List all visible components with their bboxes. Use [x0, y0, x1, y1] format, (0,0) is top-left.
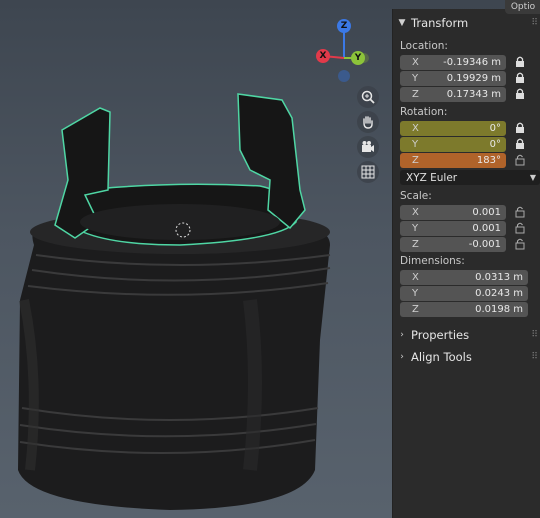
transform-title: Transform — [411, 16, 469, 30]
rotation-label: Rotation: — [400, 106, 448, 118]
field-value: 0° — [489, 122, 501, 134]
lock-icon[interactable] — [513, 87, 527, 101]
ortho-toggle-button[interactable] — [357, 161, 379, 183]
axis-label: X — [412, 122, 419, 134]
dimensions-z-field[interactable]: Z 0.0198 m — [400, 301, 528, 317]
field-value: 0.001 — [472, 222, 501, 234]
axis-label: X — [412, 206, 419, 218]
field-value: 0° — [489, 138, 501, 150]
axis-label: Z — [412, 88, 419, 100]
properties-section-header[interactable]: › Properties ⠿ — [393, 324, 540, 346]
field-value: 183° — [476, 154, 501, 166]
pan-button[interactable] — [357, 111, 379, 133]
rotation-x-field[interactable]: X 0° — [400, 120, 506, 136]
drag-grip-icon[interactable]: ⠿ — [531, 352, 538, 362]
zoom-icon — [361, 90, 375, 104]
rotation-mode-dropdown[interactable]: XYZ Euler ▼ — [400, 170, 540, 185]
field-value: -0.19346 m — [443, 56, 501, 68]
lock-icon[interactable] — [513, 121, 527, 135]
field-value: 0.0198 m — [475, 303, 523, 315]
axis-label: Z — [412, 154, 419, 166]
scale-y-field[interactable]: Y 0.001 — [400, 220, 506, 236]
location-x-row: X -0.19346 m — [400, 54, 528, 70]
collapsed-chevron-icon: › — [400, 330, 404, 340]
properties-title: Properties — [411, 328, 470, 342]
dimensions-x-row: X 0.0313 m — [400, 269, 528, 285]
axis-label: X — [412, 271, 419, 283]
scale-x-row: X 0.001 — [400, 204, 528, 220]
gizmo-y-axis[interactable]: Y — [351, 51, 365, 65]
field-value: 0.0243 m — [475, 287, 523, 299]
expanded-chevron-icon: ▼ — [398, 18, 406, 28]
field-value: 0.001 — [472, 206, 501, 218]
dimensions-y-field[interactable]: Y 0.0243 m — [400, 285, 528, 301]
sidebar-panel: Optio ▼ Transform ⠿ Location: X -0.19346 … — [392, 0, 540, 518]
gizmo-x-axis[interactable]: X — [316, 49, 330, 63]
axis-label: Z — [412, 303, 419, 315]
axis-label: Y — [412, 287, 419, 299]
camera-view-button[interactable] — [357, 136, 379, 158]
3d-viewport[interactable]: Z X Y — [0, 0, 392, 518]
grid-icon — [361, 165, 375, 179]
dimensions-x-field[interactable]: X 0.0313 m — [400, 269, 528, 285]
unlock-icon[interactable] — [513, 221, 527, 235]
rotation-z-row: Z 183° — [400, 152, 528, 168]
location-z-field[interactable]: Z 0.17343 m — [400, 86, 506, 102]
unlock-icon[interactable] — [513, 205, 527, 219]
drag-grip-icon[interactable]: ⠿ — [531, 18, 538, 28]
dimensions-label: Dimensions: — [400, 255, 465, 267]
drag-grip-icon[interactable]: ⠿ — [531, 330, 538, 340]
lock-icon[interactable] — [513, 55, 527, 69]
axis-label: X — [412, 56, 419, 68]
rotation-x-row: X 0° — [400, 120, 528, 136]
axis-label: Y — [412, 72, 419, 84]
align-tools-section-header[interactable]: › Align Tools ⠿ — [393, 346, 540, 368]
unlock-icon[interactable] — [513, 153, 527, 167]
camera-icon — [362, 141, 374, 152]
rotation-y-row: Y 0° — [400, 136, 528, 152]
align-tools-title: Align Tools — [411, 350, 472, 364]
navigation-gizmo[interactable]: Z X Y — [312, 16, 372, 86]
rotation-z-field[interactable]: Z 183° — [400, 152, 506, 168]
transform-section-header[interactable]: ▼ Transform ⠿ — [393, 12, 540, 34]
gizmo-z-axis[interactable]: Z — [337, 19, 351, 33]
collapsed-chevron-icon: › — [400, 352, 404, 362]
location-y-field[interactable]: Y 0.19929 m — [400, 70, 506, 86]
scale-y-row: Y 0.001 — [400, 220, 528, 236]
zoom-button[interactable] — [357, 86, 379, 108]
hand-pan-icon — [363, 116, 373, 129]
scale-z-row: Z -0.001 — [400, 236, 528, 252]
field-value: 0.0313 m — [475, 271, 523, 283]
rotation-mode-value: XYZ Euler — [406, 171, 458, 184]
scale-x-field[interactable]: X 0.001 — [400, 204, 506, 220]
lock-icon[interactable] — [513, 71, 527, 85]
field-value: 0.19929 m — [446, 72, 501, 84]
axis-label: Z — [412, 238, 419, 250]
location-label: Location: — [400, 40, 448, 52]
field-value: -0.001 — [468, 238, 501, 250]
lock-icon[interactable] — [513, 137, 527, 151]
unlock-icon[interactable] — [513, 237, 527, 251]
rotation-y-field[interactable]: Y 0° — [400, 136, 506, 152]
axis-label: Y — [412, 138, 419, 150]
scale-z-field[interactable]: Z -0.001 — [400, 236, 506, 252]
scale-label: Scale: — [400, 190, 432, 202]
field-value: 0.17343 m — [446, 88, 501, 100]
location-z-row: Z 0.17343 m — [400, 86, 528, 102]
dimensions-z-row: Z 0.0198 m — [400, 301, 528, 317]
dimensions-y-row: Y 0.0243 m — [400, 285, 528, 301]
location-x-field[interactable]: X -0.19346 m — [400, 54, 506, 70]
chevron-down-icon: ▼ — [529, 173, 536, 182]
location-y-row: Y 0.19929 m — [400, 70, 528, 86]
axis-label: Y — [412, 222, 419, 234]
